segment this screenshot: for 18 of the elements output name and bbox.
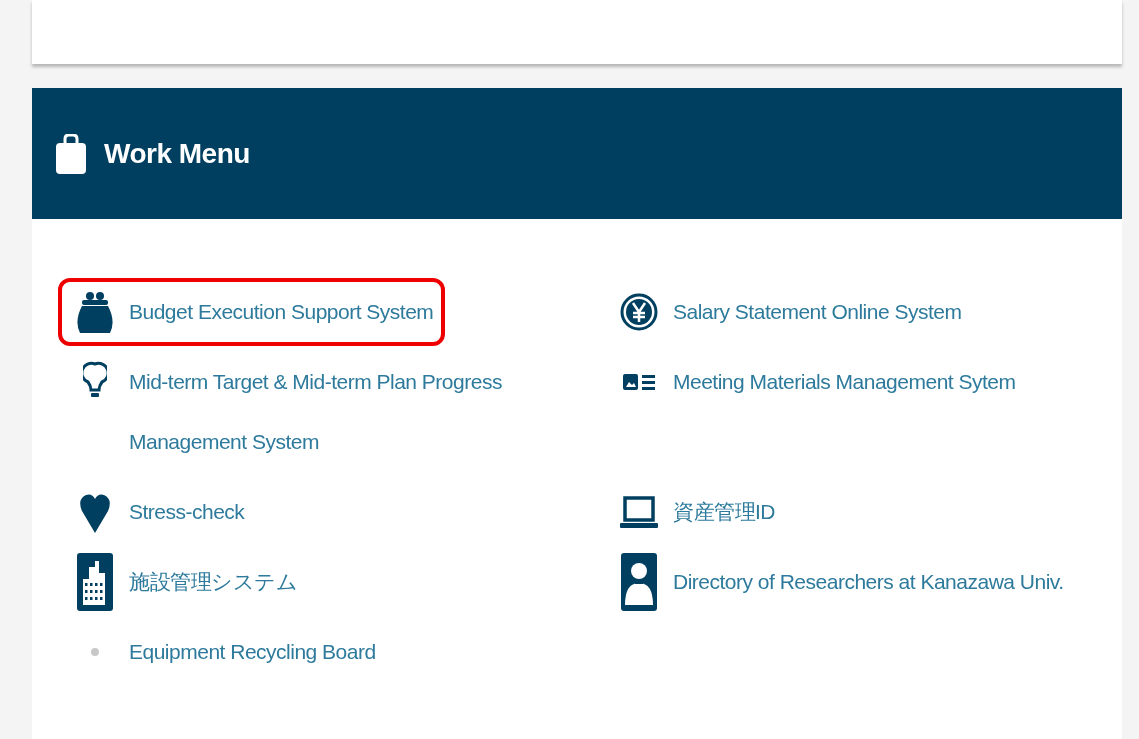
briefcase-icon [56,133,86,174]
menu-link[interactable]: Equipment Recycling Board [58,618,388,686]
menu-link[interactable]: Mid-term Target & Mid-term Plan Progress Management System [58,348,581,476]
yen-icon [620,293,658,331]
menu-link[interactable]: Directory of Researchers at Kanazawa Univ. [602,548,1076,616]
person-icon [621,553,657,611]
menu-link[interactable]: Salary Statement Online System [602,278,974,346]
purse-icon [76,291,114,333]
menu-link[interactable]: 施設管理システム [58,548,309,616]
menu-link[interactable]: Stress-check [58,478,257,546]
menu-link[interactable]: Budget Execution Support System [58,278,446,346]
menu-link[interactable]: 資産管理ID [602,478,787,546]
menu-link[interactable]: Meeting Materials Management Sytem [602,348,1028,416]
laptop-icon [620,495,658,529]
bullet-icon [90,647,100,657]
building-icon [77,553,113,611]
panel-title: Work Menu [104,137,250,170]
image-list-icon [622,372,656,392]
